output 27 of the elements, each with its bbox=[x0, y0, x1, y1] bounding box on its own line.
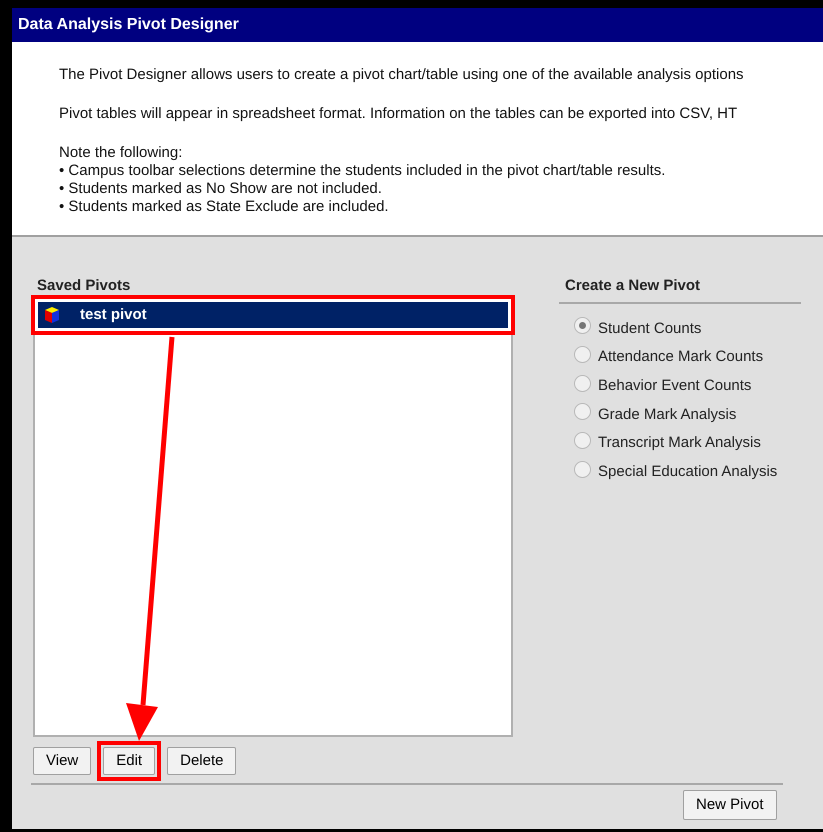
note-heading: Note the following: bbox=[59, 144, 184, 162]
pivot-button[interactable]: Edit bbox=[103, 747, 156, 775]
radio-button[interactable] bbox=[574, 432, 591, 450]
window-title: Data Analysis Pivot Designer bbox=[12, 8, 823, 42]
section-heading: Create a New Pivot bbox=[559, 275, 801, 304]
radio-button[interactable] bbox=[574, 374, 591, 392]
pivot-button[interactable]: Delete bbox=[167, 747, 236, 775]
radio-button[interactable] bbox=[574, 460, 591, 478]
option-label: Transcript Mark Analysis bbox=[598, 433, 761, 454]
radio-button[interactable] bbox=[574, 403, 591, 420]
radio-button[interactable] bbox=[574, 317, 591, 334]
section-heading: Saved Pivots bbox=[36, 276, 132, 295]
list-item[interactable]: test pivot bbox=[38, 302, 508, 328]
option-label: Behavior Event Counts bbox=[598, 376, 752, 396]
intro-paragraph: Pivot tables will appear in spreadsheet format. Information on the tables can be exported into CSV, HT bbox=[59, 105, 738, 123]
note-bullet: • Campus toolbar selections determine the students included in the pivot chart/table results. bbox=[59, 162, 666, 180]
option-label: Grade Mark Analysis bbox=[598, 404, 736, 425]
radio-button[interactable] bbox=[574, 346, 591, 364]
intro-paragraph: The Pivot Designer allows users to create a pivot chart/table using one of the available analysis options bbox=[59, 66, 745, 84]
note-bullet: • Students marked as State Exclude are included. bbox=[59, 198, 390, 216]
pivot-button[interactable]: View bbox=[33, 747, 92, 775]
cube-icon bbox=[44, 306, 60, 324]
new-pivot-button[interactable]: New Pivot bbox=[683, 790, 777, 820]
option-label: Attendance Mark Counts bbox=[598, 347, 764, 368]
note-bullet: • Students marked as No Show are not included. bbox=[59, 180, 383, 198]
option-label: Special Education Analysis bbox=[598, 462, 778, 482]
option-label: Student Counts bbox=[598, 318, 702, 339]
